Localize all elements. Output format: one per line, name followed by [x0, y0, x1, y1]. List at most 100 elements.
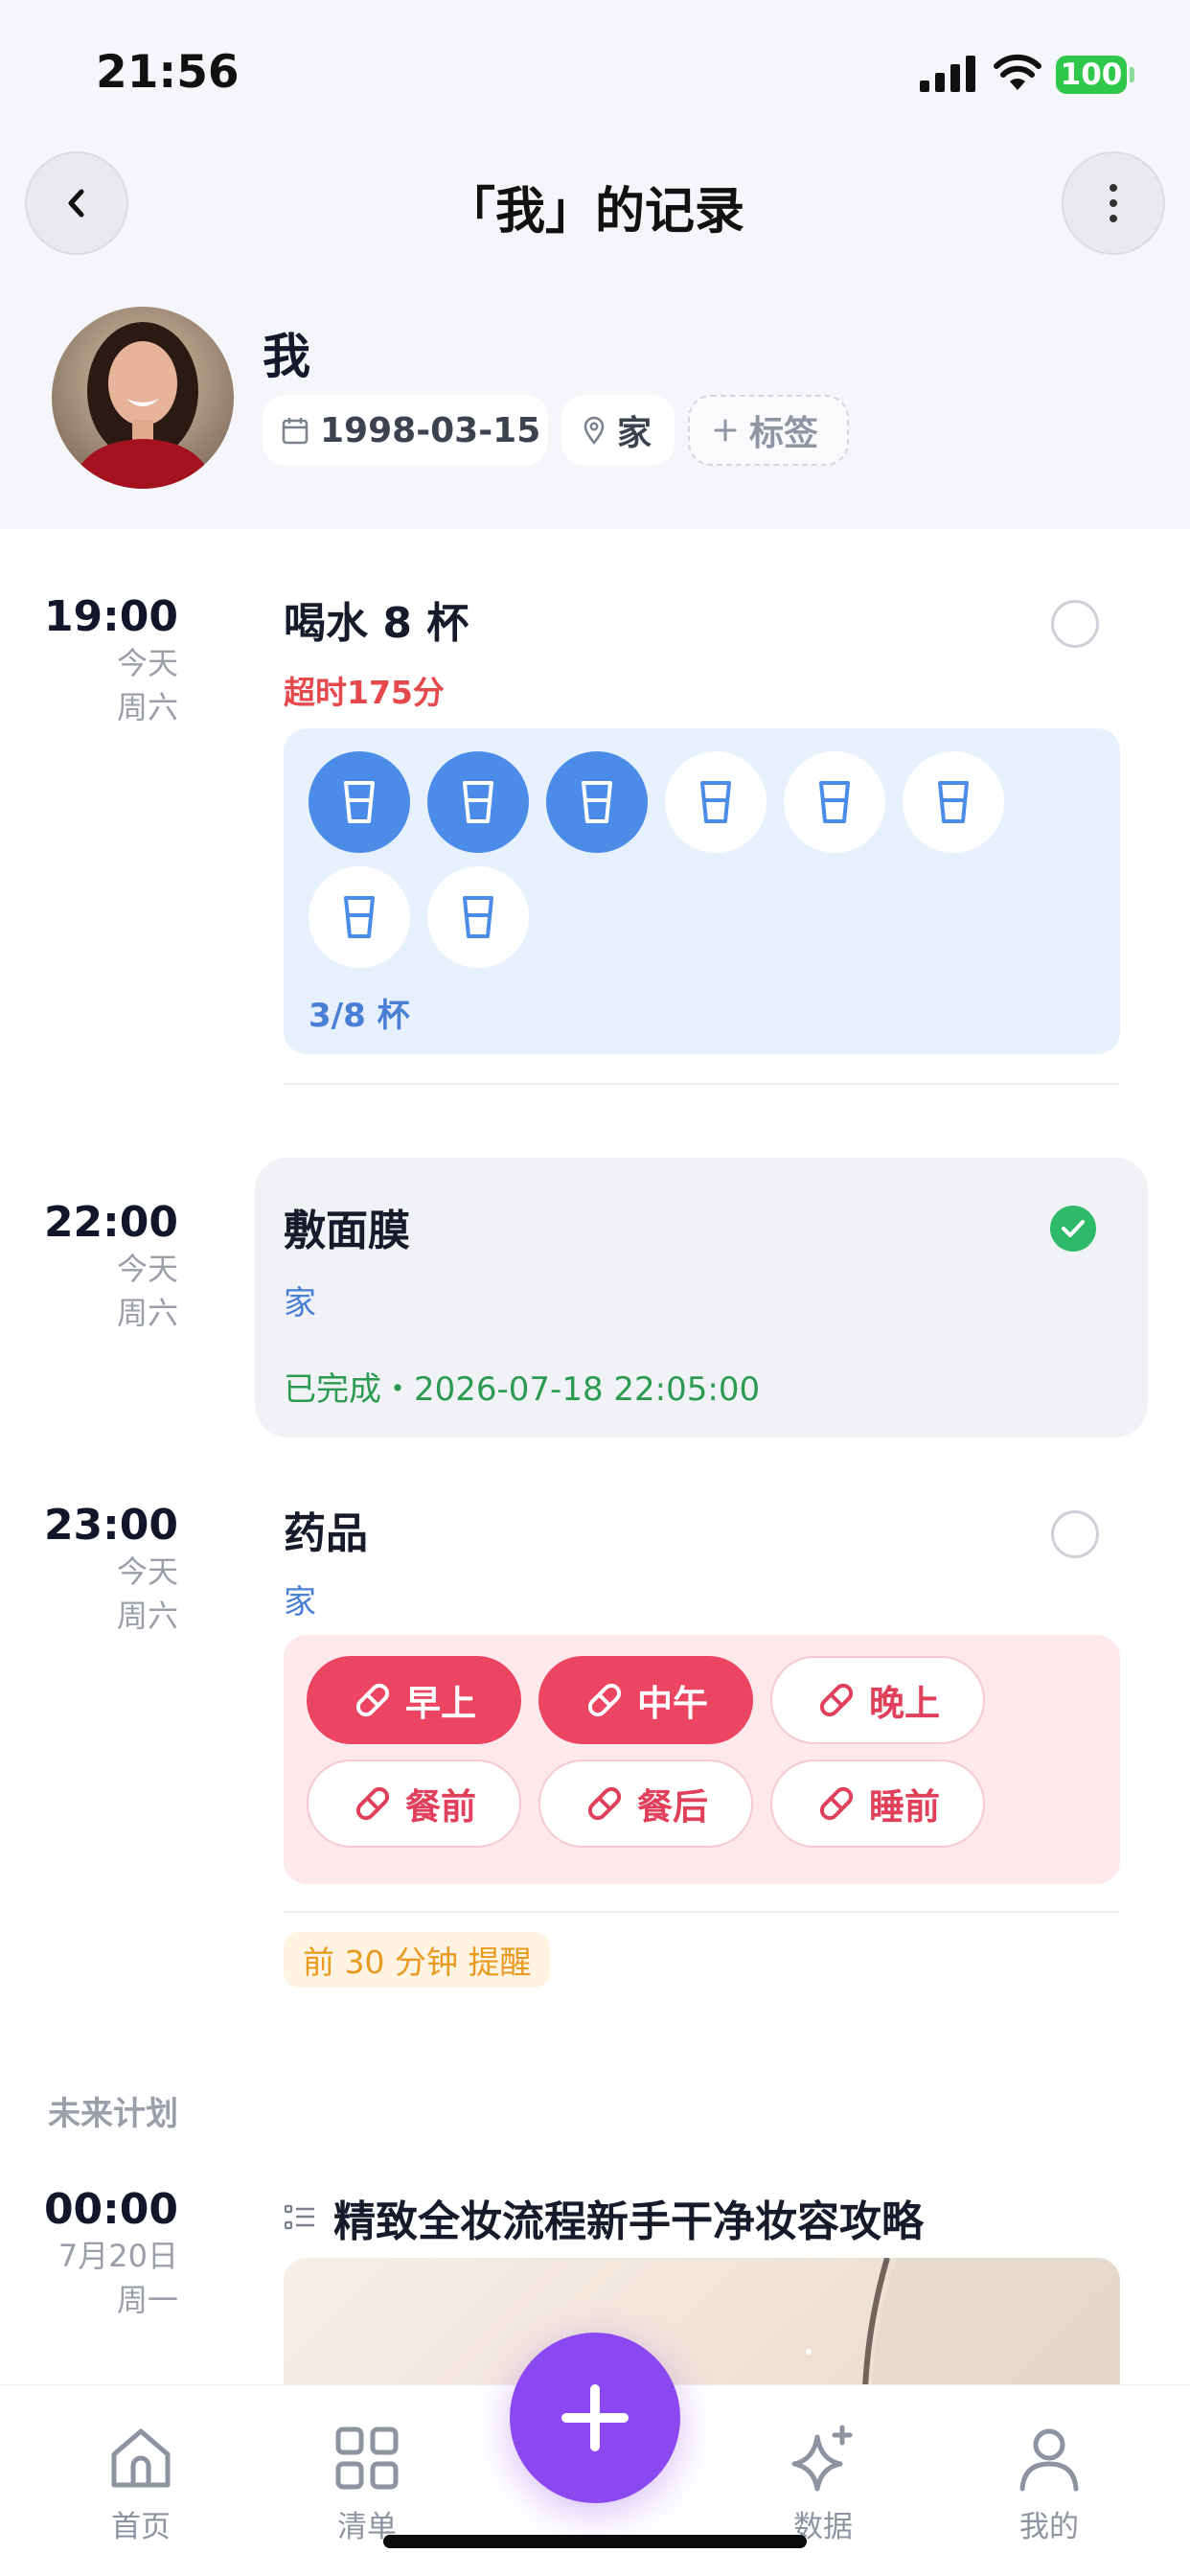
pill-time-toggle[interactable]: 餐前: [307, 1760, 521, 1848]
cup-icon: [344, 781, 375, 823]
water-cup-button[interactable]: [309, 866, 410, 968]
user-icon: [1019, 2428, 1079, 2492]
grid-icon: [335, 2426, 399, 2490]
add-button[interactable]: [510, 2333, 680, 2503]
page-title: 「我」的记录: [445, 183, 744, 241]
task-title[interactable]: 药品: [284, 1499, 368, 1560]
pill-icon: [819, 1683, 854, 1717]
tab-mine[interactable]: 我的: [973, 2424, 1126, 2545]
pill-icon: [587, 1786, 622, 1821]
pill-time-toggle[interactable]: 中午: [538, 1656, 753, 1744]
location-pin-icon: [584, 416, 605, 445]
water-count: 3/8 杯: [309, 997, 410, 1035]
future-section-label: 未来计划: [48, 2095, 178, 2133]
task-day: 今天: [116, 645, 178, 681]
calendar-icon: [282, 418, 309, 445]
divider: [284, 1083, 1120, 1085]
more-button[interactable]: [1062, 151, 1165, 255]
plan-title-row[interactable]: 精致全妆流程新手干净妆容攻略: [284, 2187, 924, 2248]
task-weekday: 周六: [116, 1598, 178, 1634]
tab-data[interactable]: 数据: [746, 2424, 900, 2545]
tab-label: 我的: [1019, 2510, 1079, 2544]
pill-icon: [587, 1683, 622, 1717]
pill-time-toggle[interactable]: 睡前: [770, 1760, 985, 1848]
water-cup-button[interactable]: [784, 751, 885, 853]
pill-time-toggle[interactable]: 晚上: [770, 1656, 985, 1744]
plan-time: 00:00: [43, 2185, 178, 2234]
plan-weekday: 周一: [116, 2282, 178, 2318]
checkmark-icon: [1062, 1220, 1085, 1237]
plus-icon: [714, 419, 737, 442]
task-weekday: 周六: [116, 1295, 178, 1331]
divider: [284, 1911, 1120, 1913]
pill-label: 餐后: [637, 1786, 708, 1828]
pill-time-toggle[interactable]: 早上: [307, 1656, 521, 1744]
pill-label: 晚上: [869, 1683, 940, 1724]
tab-list[interactable]: 清单: [290, 2424, 444, 2545]
water-cup-button[interactable]: [309, 751, 410, 853]
task-time: 22:00: [43, 1198, 178, 1247]
sparkle-icon: [791, 2425, 853, 2492]
location-chip[interactable]: 家: [561, 395, 675, 466]
status-bar: 21:56 100: [0, 0, 1190, 144]
add-tag-button[interactable]: 标签: [688, 395, 849, 466]
avatar-photo: [52, 307, 234, 489]
task-day: 今天: [116, 1553, 178, 1590]
water-cup-button[interactable]: [427, 866, 529, 968]
avatar[interactable]: [52, 307, 234, 489]
tab-label: 首页: [111, 2510, 171, 2544]
birthday-text: 1998-03-15: [320, 410, 541, 450]
task-time: 19:00: [43, 592, 178, 641]
tab-home[interactable]: 首页: [64, 2424, 217, 2545]
completed-checkbox[interactable]: [1050, 1206, 1096, 1252]
pill-time-toggle[interactable]: 餐后: [538, 1760, 753, 1848]
task-time-column: 22:00 今天 周六: [0, 1198, 178, 1335]
task-title: 敷面膜: [284, 1207, 410, 1255]
task-location: 家: [284, 1583, 316, 1622]
pill-label: 睡前: [869, 1786, 940, 1828]
cup-icon: [700, 781, 731, 823]
birthday-chip[interactable]: 1998-03-15: [263, 395, 548, 466]
medicine-schedule: 早上 中午 晚上餐前 餐后 睡前: [284, 1635, 1120, 1884]
water-cup-button[interactable]: [903, 751, 1004, 853]
cup-icon: [819, 781, 850, 823]
cup-icon: [582, 781, 612, 823]
home-indicator: [383, 2535, 807, 2548]
task-day: 今天: [116, 1251, 178, 1287]
pill-label: 早上: [405, 1683, 476, 1724]
location-text: 家: [617, 414, 652, 453]
pill-icon: [355, 1786, 390, 1821]
water-cup-button[interactable]: [427, 751, 529, 853]
completed-task-card[interactable]: 敷面膜 家 已完成・2026-07-18 22:05:00: [255, 1158, 1148, 1438]
plus-icon: [561, 2384, 629, 2451]
cup-icon: [463, 896, 493, 938]
cup-icon: [463, 781, 493, 823]
completed-text: 已完成・2026-07-18 22:05:00: [284, 1370, 761, 1409]
water-cup-button[interactable]: [546, 751, 648, 853]
overdue-label: 超时175分: [284, 674, 445, 711]
profile-name: 我: [263, 329, 310, 384]
status-time: 21:56: [96, 46, 240, 99]
home-icon: [111, 2428, 171, 2488]
water-cup-button[interactable]: [665, 751, 767, 853]
add-tag-label: 标签: [749, 414, 819, 453]
reminder-badge[interactable]: 前 30 分钟 提醒: [284, 1932, 551, 1988]
plan-title: 精致全妆流程新手干净妆容攻略: [333, 2197, 924, 2246]
task-location: 家: [284, 1284, 316, 1322]
plan-time-column: 00:00 7月20日 周一: [0, 2185, 178, 2322]
task-title[interactable]: 喝水 8 杯: [284, 588, 469, 650]
more-vertical-icon: [1110, 184, 1117, 222]
task-weekday: 周六: [116, 689, 178, 725]
signal-icon: [920, 56, 975, 92]
task-complete-checkbox[interactable]: [1051, 1510, 1099, 1558]
cup-icon: [938, 781, 969, 823]
battery-indicator: 100: [1056, 56, 1127, 94]
task-time-column: 19:00 今天 周六: [0, 592, 178, 729]
cup-icon: [344, 896, 375, 938]
pill-icon: [355, 1683, 390, 1717]
pill-icon: [819, 1786, 854, 1821]
water-tracker: 3/8 杯: [284, 728, 1120, 1054]
task-time-column: 23:00 今天 周六: [0, 1501, 178, 1638]
checklist-icon: [284, 2204, 314, 2230]
task-complete-checkbox[interactable]: [1051, 600, 1099, 648]
